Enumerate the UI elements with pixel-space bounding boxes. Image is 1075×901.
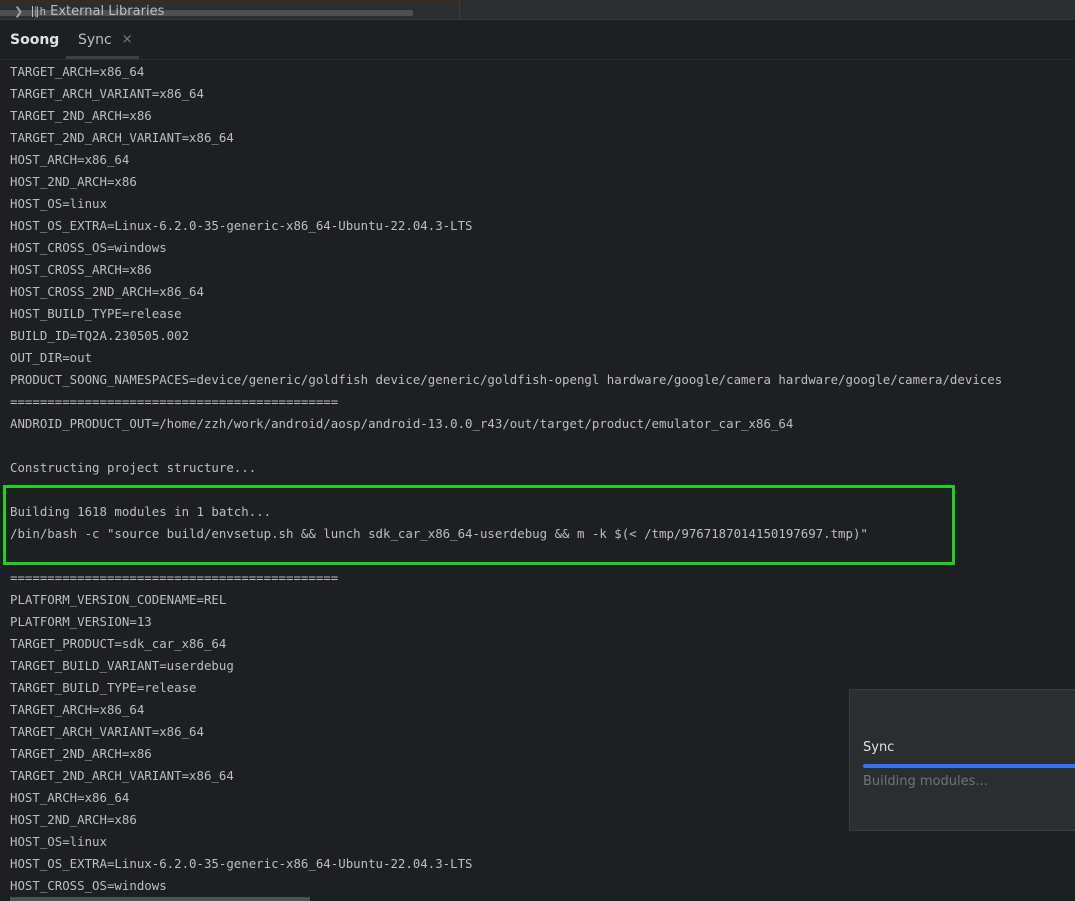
console-line: TARGET_ARCH_VARIANT=x86_64 [10, 724, 204, 739]
console-line: HOST_CROSS_2ND_ARCH=x86_64 [10, 284, 204, 299]
sync-status-text: Building modules... [863, 774, 988, 789]
console-line: TARGET_2ND_ARCH_VARIANT=x86_64 [10, 130, 234, 145]
console-line: HOST_OS=linux [10, 834, 107, 849]
console-line: HOST_OS_EXTRA=Linux-6.2.0-35-generic-x86… [10, 856, 473, 871]
sync-progress-popup: Sync Building modules... [849, 689, 1075, 831]
tab-soong-label: Soong [10, 31, 60, 48]
console-line: TARGET_ARCH=x86_64 [10, 702, 145, 717]
close-icon[interactable]: × [122, 32, 133, 47]
horizontal-scrollbar-bottom[interactable] [10, 897, 310, 901]
console-line: ========================================… [10, 394, 339, 409]
console-line: /bin/bash -c "source build/envsetup.sh &… [10, 526, 868, 541]
console-line: TARGET_2ND_ARCH=x86 [10, 746, 152, 761]
console-line: HOST_BUILD_TYPE=release [10, 306, 182, 321]
console-line: HOST_OS=linux [10, 196, 107, 211]
console-line: HOST_OS_EXTRA=Linux-6.2.0-35-generic-x86… [10, 218, 473, 233]
console-line: HOST_ARCH=x86_64 [10, 152, 130, 167]
console-line: BUILD_ID=TQ2A.230505.002 [10, 328, 190, 343]
console-line: PLATFORM_VERSION=13 [10, 614, 152, 629]
console-line: TARGET_BUILD_TYPE=release [10, 680, 197, 695]
console-line: TARGET_PRODUCT=sdk_car_x86_64 [10, 636, 227, 651]
console-line: HOST_CROSS_OS=windows [10, 878, 167, 893]
console-line: PRODUCT_SOONG_NAMESPACES=device/generic/… [10, 372, 1003, 387]
tree-item-label: External Libraries [50, 3, 165, 19]
project-tree-strip: ❯ ∥h External Libraries [0, 0, 1075, 20]
console-line: TARGET_2ND_ARCH=x86 [10, 108, 152, 123]
sync-popup-title: Sync [863, 740, 895, 755]
console-line: PLATFORM_VERSION_CODENAME=REL [10, 592, 227, 607]
console-line: HOST_ARCH=x86_64 [10, 790, 130, 805]
console-line: HOST_CROSS_OS=windows [10, 240, 167, 255]
console-line: HOST_2ND_ARCH=x86 [10, 812, 137, 827]
console-line: ========================================… [10, 570, 339, 585]
console-line: TARGET_ARCH=x86_64 [10, 64, 145, 79]
console-line: HOST_CROSS_ARCH=x86 [10, 262, 152, 277]
tab-sync-label: Sync [78, 31, 112, 48]
tab-soong[interactable]: Soong [10, 20, 59, 59]
console-line: TARGET_BUILD_VARIANT=userdebug [10, 658, 234, 673]
tab-sync[interactable]: Sync × [78, 20, 133, 59]
console-line: OUT_DIR=out [10, 350, 93, 365]
tree-item-external-libraries[interactable]: ❯ ∥h External Libraries [14, 3, 164, 19]
panel-splitter[interactable] [459, 0, 460, 19]
console-line: Constructing project structure... [10, 460, 257, 475]
chevron-right-icon[interactable]: ❯ [14, 5, 32, 18]
build-tab-bar: Soong Sync × [0, 20, 1075, 60]
console-line: TARGET_ARCH_VARIANT=x86_64 [10, 86, 204, 101]
console-line: Building 1618 modules in 1 batch... [10, 504, 272, 519]
progress-bar [863, 764, 1075, 768]
console-line: TARGET_2ND_ARCH_VARIANT=x86_64 [10, 768, 234, 783]
console-line: HOST_2ND_ARCH=x86 [10, 174, 137, 189]
console-line: ANDROID_PRODUCT_OUT=/home/zzh/work/andro… [10, 416, 794, 431]
active-tab-indicator [66, 56, 139, 59]
library-icon: ∥h [32, 4, 47, 18]
